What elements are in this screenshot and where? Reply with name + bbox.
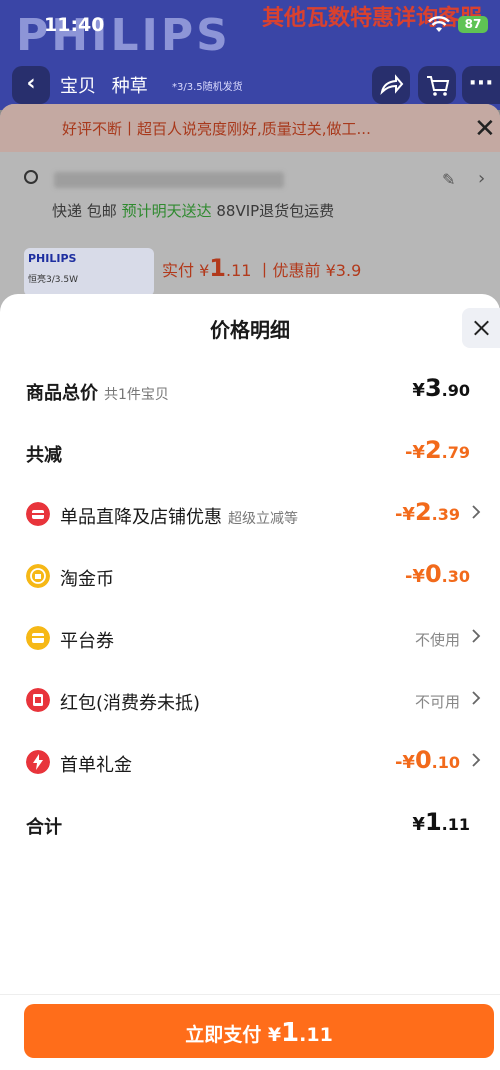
row-first-order-gift[interactable]: 首单礼金 -¥0.10 [0, 742, 500, 782]
review-close-icon[interactable]: ✕ [474, 114, 496, 144]
actual-price-int: 1 [209, 254, 226, 282]
total-price-count: 共1件宝贝 [104, 387, 169, 403]
shipping-vip: 88VIP退货包运费 [216, 202, 335, 220]
store-discount-icon [26, 502, 50, 526]
chevron-right-icon [472, 505, 481, 519]
chevron-right-icon [472, 691, 481, 705]
gold-coin-icon [26, 564, 50, 588]
cart-icon[interactable] [418, 66, 456, 104]
total-price-amount: ¥3.90 [412, 374, 470, 402]
first-order-gift-amount: -¥0.10 [394, 746, 460, 774]
coupon-icon [26, 626, 50, 650]
tab-grass[interactable]: 种草 [112, 76, 148, 97]
shipping-info: 快递 包邮 预计明天送达 88VIP退货包运费 [52, 200, 334, 221]
review-banner: 好评不断丨超百人说亮度刚好,质量过关,做工... ✕ [0, 104, 500, 152]
first-order-gift-label: 首单礼金 [60, 755, 132, 776]
shipping-express: 快递 包邮 [52, 202, 117, 220]
sheet-title: 价格明细 [210, 318, 290, 342]
status-time: 11:40 [44, 14, 105, 36]
platform-coupon-status: 不使用 [414, 631, 460, 649]
more-icon[interactable]: ··· [462, 66, 500, 104]
store-discount-sub: 超级立减等 [228, 511, 298, 527]
platform-coupon-label: 平台券 [60, 631, 114, 652]
review-banner-text: 好评不断丨超百人说亮度刚好,质量过关,做工... [62, 120, 371, 138]
row-total-price: 商品总价 共1件宝贝 ¥3.90 [0, 370, 500, 410]
total-reduction-label: 共减 [26, 445, 62, 466]
row-platform-coupon[interactable]: 平台券 不使用 [0, 618, 500, 658]
price-summary: 实付 ¥1.11 丨优惠前 ¥3.9 [162, 254, 361, 282]
pay-now-label: 立即支付 ¥1.11 [185, 1018, 333, 1048]
total-price-label: 商品总价 共1件宝贝 [26, 383, 169, 404]
tab-product[interactable]: 宝贝 [60, 76, 96, 97]
close-icon[interactable] [462, 308, 500, 348]
total-reduction-amount: -¥2.79 [404, 436, 470, 464]
row-red-packet[interactable]: 红包(消费券未抵) 不可用 [0, 680, 500, 720]
footer-divider [0, 994, 500, 995]
sum-amount: ¥1.11 [412, 808, 470, 836]
address-row[interactable]: ✎ › [24, 168, 485, 190]
actual-price-label: 实付 ¥ [162, 261, 210, 280]
nav-tabs: 宝贝 种草 [60, 72, 158, 98]
edit-icon[interactable]: ✎ [442, 170, 455, 189]
actual-price-dec: .11 [225, 261, 252, 280]
back-icon[interactable]: ‹ [12, 66, 50, 104]
row-total-reduction: 共减 -¥2.79 [0, 432, 500, 472]
gold-coins-label: 淘金币 [60, 569, 114, 590]
nav-note: *3/3.5随机发货 [172, 82, 243, 93]
red-packet-label: 红包(消费券未抵) [60, 693, 201, 714]
store-discount-amount: -¥2.39 [394, 498, 460, 526]
pay-now-button[interactable]: 立即支付 ¥1.11 [24, 1004, 494, 1058]
share-icon[interactable] [372, 66, 410, 104]
shipping-eta: 预计明天送达 [121, 202, 212, 220]
chevron-right-icon [472, 629, 481, 643]
product-brand: PHILIPS [28, 252, 77, 265]
product-spec: 恒亮3/3.5W [28, 275, 78, 285]
chevron-right-icon: › [478, 168, 486, 189]
battery-indicator: 87 [458, 16, 488, 33]
gift-lightning-icon [26, 750, 50, 774]
status-bar: 11:40 87 [0, 0, 500, 50]
row-gold-coins[interactable]: 淘金币 -¥0.30 [0, 556, 500, 596]
row-sum: 合计 ¥1.11 [0, 804, 500, 844]
chevron-right-icon [472, 753, 481, 767]
gold-coins-amount: -¥0.30 [404, 560, 470, 588]
wifi-icon [428, 16, 450, 32]
location-icon [24, 170, 38, 184]
top-nav: ‹ 宝贝 种草 *3/3.5随机发货 ··· [0, 64, 500, 106]
red-packet-status: 不可用 [414, 693, 460, 711]
price-detail-sheet: 价格明细 商品总价 共1件宝贝 ¥3.90 共减 -¥2.79 单品直降及店铺优惠… [0, 294, 500, 1070]
product-thumbnail[interactable]: PHILIPS 恒亮3/3.5W [24, 248, 154, 296]
sum-label: 合计 [26, 817, 62, 838]
price-before: 丨优惠前 ¥3.9 [256, 261, 362, 280]
store-discount-label: 单品直降及店铺优惠 超级立减等 [60, 507, 298, 528]
row-store-discount[interactable]: 单品直降及店铺优惠 超级立减等 -¥2.39 [0, 494, 500, 534]
red-packet-icon [26, 688, 50, 712]
address-blurred [54, 172, 284, 188]
